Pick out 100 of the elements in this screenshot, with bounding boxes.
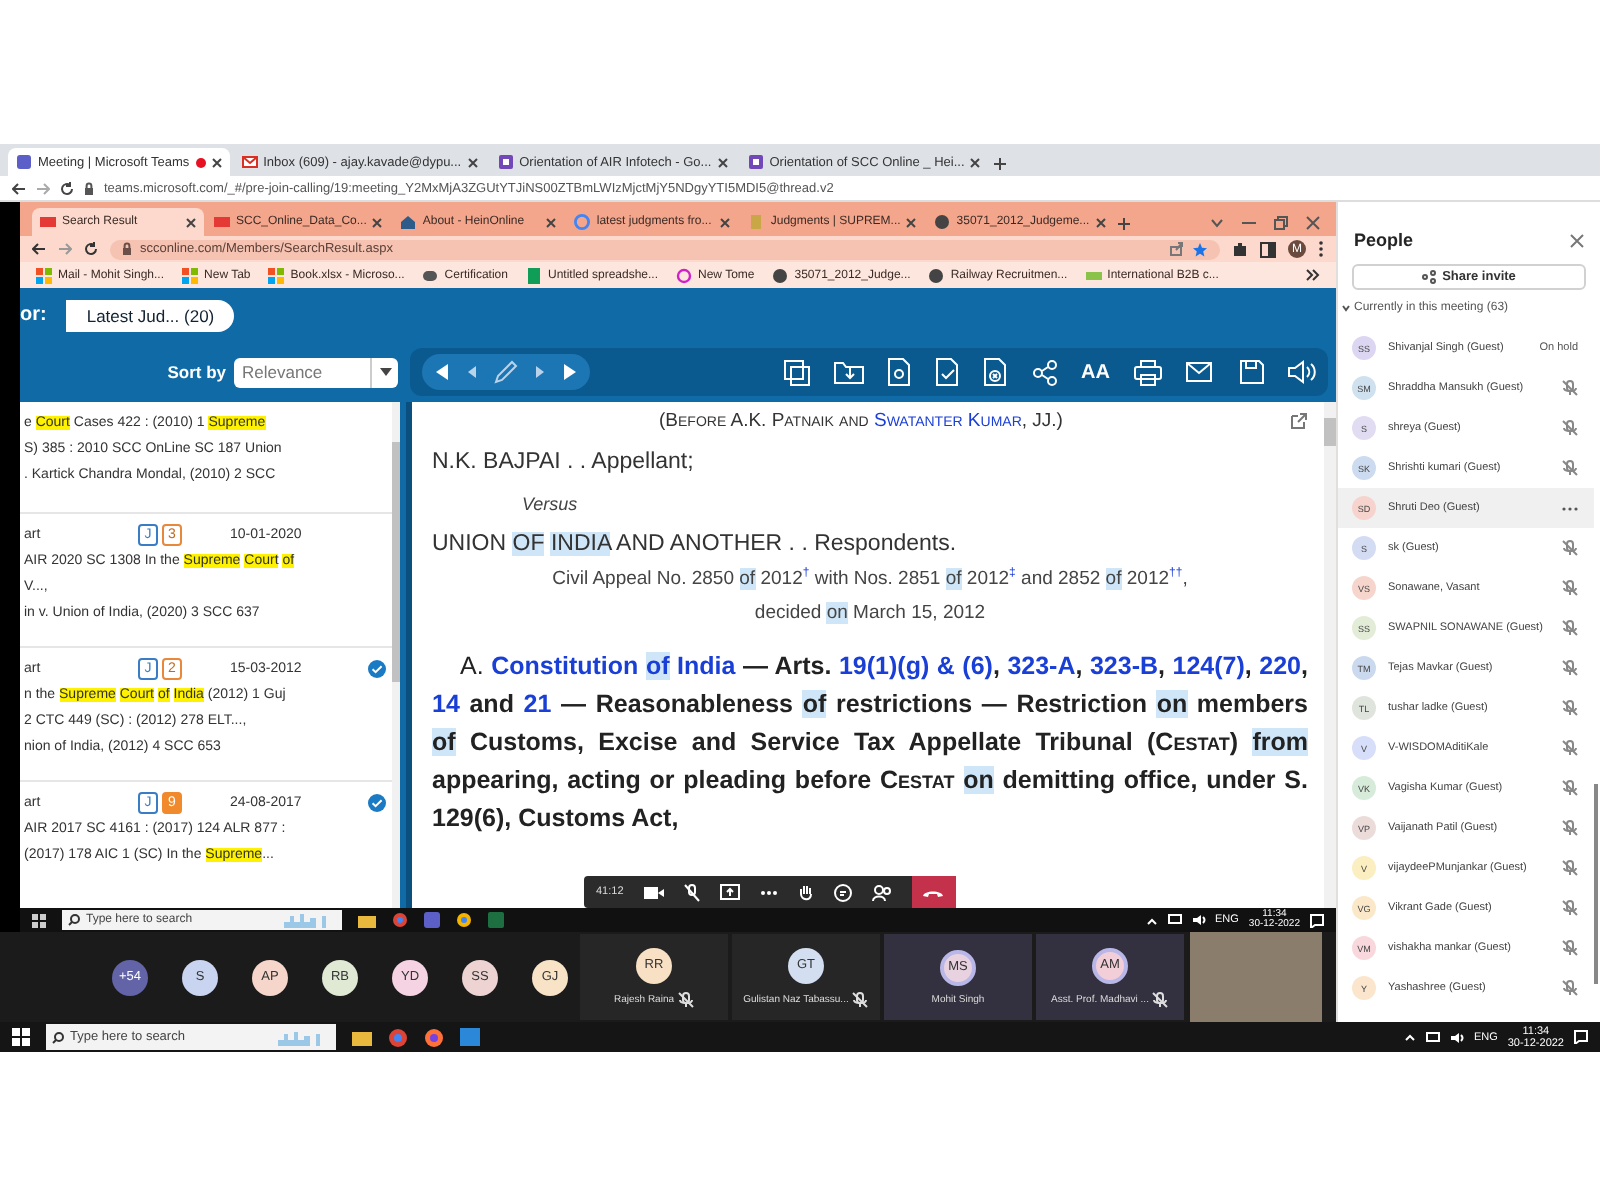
statute-link[interactable]: India (669, 652, 736, 681)
last-page-icon[interactable] (562, 362, 578, 382)
new-tab-icon[interactable] (1115, 212, 1132, 236)
sort-label: Sort by (167, 362, 226, 382)
search-highlight: of (802, 690, 827, 719)
network-icon[interactable] (1425, 1031, 1440, 1043)
caret-icon[interactable] (1342, 304, 1350, 312)
browser-icon[interactable] (388, 1027, 408, 1047)
network-icon[interactable] (1167, 914, 1181, 926)
statute-link[interactable]: 124(7) (1172, 652, 1245, 681)
notification-icon[interactable] (1574, 1030, 1588, 1044)
document-search-icon[interactable] (887, 358, 912, 386)
close-icon[interactable] (720, 217, 731, 227)
close-icon[interactable] (1570, 233, 1584, 247)
more-icon[interactable] (1318, 240, 1324, 258)
chevron-right-icon[interactable] (1306, 268, 1320, 282)
close-icon[interactable] (467, 157, 478, 167)
footnote-link[interactable]: † (802, 568, 810, 580)
folder-download-icon[interactable] (833, 360, 864, 384)
reload-icon[interactable] (84, 242, 98, 256)
share-icon[interactable] (1031, 359, 1058, 385)
font-size-button[interactable]: AA (1081, 361, 1110, 383)
search-highlight: on (1156, 690, 1188, 719)
chevron-up-icon[interactable] (1145, 915, 1157, 925)
first-page-icon[interactable] (434, 362, 450, 382)
folder-icon[interactable] (352, 1029, 372, 1045)
notification-icon[interactable] (1310, 913, 1324, 927)
document-check-icon[interactable] (935, 358, 960, 386)
close-icon[interactable] (906, 217, 917, 227)
speaker-icon[interactable] (1288, 360, 1316, 384)
statute-link[interactable]: Swatanter Kumar (873, 410, 1022, 432)
previous-icon[interactable] (466, 364, 478, 380)
minimize-icon[interactable] (1242, 217, 1256, 227)
site-icon (747, 154, 764, 170)
copy-icon[interactable] (783, 359, 810, 385)
close-icon[interactable] (1095, 217, 1106, 227)
print-icon[interactable] (1134, 359, 1162, 385)
back-icon[interactable] (12, 181, 26, 195)
statute-link[interactable]: Constitution (491, 652, 646, 681)
statute-link[interactable]: 323-B (1089, 652, 1159, 681)
people-icon[interactable] (871, 883, 892, 901)
close-icon[interactable] (186, 217, 196, 227)
share-tray-icon[interactable] (719, 884, 740, 900)
close-icon[interactable] (211, 157, 222, 167)
reload-icon[interactable] (60, 181, 74, 195)
site-icon (676, 267, 693, 283)
restore-icon[interactable] (1274, 215, 1288, 229)
camera-icon[interactable] (643, 885, 664, 899)
footnote-link[interactable]: †† (1169, 568, 1183, 580)
lock-icon (122, 242, 132, 256)
external-link-icon[interactable] (1290, 412, 1308, 430)
statute-link[interactable]: 14 (432, 690, 460, 719)
search-highlight: on (963, 766, 994, 795)
caret-icon[interactable] (379, 368, 391, 376)
statute-link[interactable]: 19(1)(g) & (6) (838, 652, 993, 681)
site-icon (241, 154, 258, 170)
mic-off-icon[interactable] (683, 883, 700, 901)
statute-link[interactable]: 220 (1259, 652, 1301, 681)
folder-icon[interactable] (358, 913, 376, 927)
statute-link[interactable]: 21 (523, 690, 552, 719)
windows-icon[interactable] (12, 1028, 30, 1046)
puzzle-icon[interactable] (1232, 241, 1248, 257)
chat-icon[interactable] (833, 883, 852, 901)
speaker-icon[interactable] (1449, 1031, 1464, 1043)
sidebar-icon[interactable] (1260, 241, 1276, 257)
browser-icon[interactable] (456, 912, 472, 928)
scrollbar-thumb[interactable] (392, 442, 400, 682)
site-icon (748, 214, 765, 230)
statute-link[interactable]: 323-A (1007, 652, 1076, 681)
mail-icon[interactable] (1186, 361, 1216, 383)
close-icon[interactable] (970, 157, 981, 167)
mic-off-icon (1562, 780, 1578, 796)
firefox-icon[interactable] (424, 1027, 444, 1047)
scrollbar-thumb[interactable] (1324, 418, 1336, 446)
site-icon (182, 267, 199, 283)
sort-dropdown[interactable]: Relevance (234, 357, 398, 387)
next-icon[interactable] (534, 364, 546, 380)
back-icon[interactable] (32, 242, 46, 256)
save-icon[interactable] (1240, 360, 1264, 384)
browser-icon[interactable] (392, 912, 408, 928)
filter-chip[interactable]: Latest Jud... (20) (66, 299, 235, 331)
appeal-citation: decided on March 15, 2012 (752, 602, 988, 625)
close-icon[interactable] (372, 217, 383, 227)
close-icon[interactable] (717, 157, 728, 167)
check-circle-icon (368, 794, 386, 812)
new-tab-icon[interactable] (992, 152, 1009, 176)
windows-icon[interactable] (32, 913, 46, 927)
scrollbar-thumb[interactable] (1594, 784, 1598, 984)
more-icon[interactable] (759, 889, 778, 895)
hand-icon[interactable] (797, 883, 814, 901)
close-icon[interactable] (546, 217, 557, 227)
hang-up-button[interactable] (911, 876, 956, 908)
document-remove-icon[interactable] (983, 358, 1008, 386)
chevron-up-icon[interactable] (1403, 1032, 1416, 1042)
statute-link[interactable]: of (645, 652, 670, 681)
footnote-link[interactable]: ‡ (1009, 568, 1016, 580)
more-icon[interactable] (1562, 505, 1578, 511)
pencil-icon[interactable] (494, 360, 518, 384)
star-icon[interactable] (1192, 241, 1208, 257)
speaker-icon[interactable] (1191, 914, 1205, 926)
